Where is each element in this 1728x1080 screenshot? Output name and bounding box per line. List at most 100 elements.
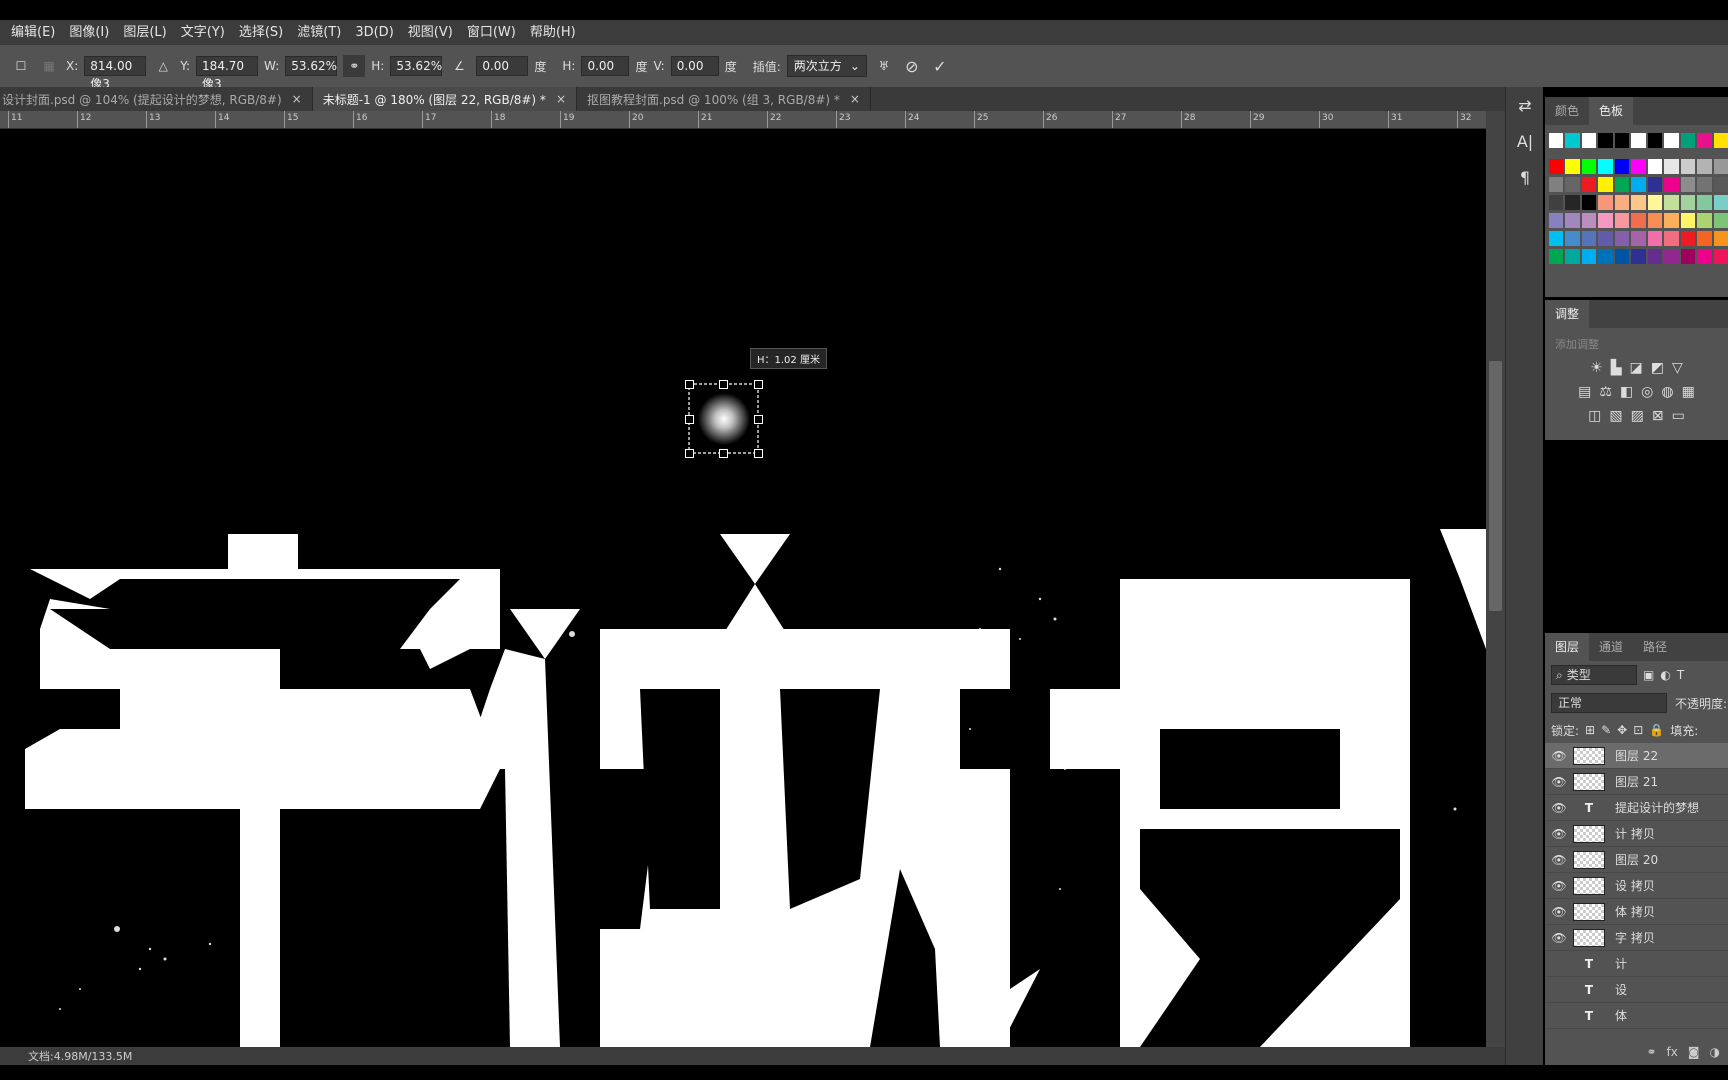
hue-saturation-icon[interactable]: ▤ (1578, 384, 1591, 400)
height-input[interactable]: 53.62% (390, 56, 443, 76)
angle-input[interactable]: 0.00 (476, 56, 529, 76)
reference-point-icon[interactable]: ▦ (38, 55, 60, 77)
levels-icon[interactable]: ▙ (1611, 360, 1622, 376)
swatch[interactable] (1664, 133, 1679, 148)
tab-channels[interactable]: 通道 (1589, 633, 1633, 661)
layer-row[interactable]: T体 (1545, 1003, 1728, 1029)
transform-handle-bl[interactable] (685, 449, 694, 458)
vibrance-icon[interactable]: ▽ (1672, 360, 1683, 376)
tab-paths[interactable]: 路径 (1633, 633, 1677, 661)
close-icon[interactable]: × (850, 92, 860, 106)
link-layers-icon[interactable]: ⚭ (1646, 1045, 1656, 1065)
layer-row[interactable]: T设 (1545, 977, 1728, 1003)
swatch[interactable] (1614, 213, 1630, 228)
swatch[interactable] (1647, 133, 1663, 148)
skew-h-input[interactable]: 0.00 (581, 56, 630, 76)
transform-selection[interactable] (688, 383, 759, 454)
swatch[interactable] (1549, 177, 1564, 192)
swatch[interactable] (1565, 231, 1580, 246)
reference-point-checkbox-icon[interactable]: ☐ (10, 55, 32, 77)
warp-icon[interactable]: ♅ (873, 55, 895, 77)
layer-row[interactable]: 👁 T 提起设计的梦想 (1545, 795, 1728, 821)
threshold-icon[interactable]: ▨ (1631, 408, 1644, 424)
layer-row[interactable]: T计 (1545, 951, 1728, 977)
eye-icon[interactable]: 👁 (1545, 827, 1573, 841)
transform-handle-ml[interactable] (685, 415, 694, 424)
lock-pixels-icon[interactable]: ✎ (1601, 723, 1611, 737)
adjustments-title[interactable]: 调整 (1545, 300, 1590, 328)
layer-row[interactable]: 👁 设 拷贝 (1545, 873, 1728, 899)
swatch[interactable] (1680, 133, 1696, 148)
swatch[interactable] (1598, 249, 1613, 264)
layer-row[interactable]: 👁 图层 21 (1545, 769, 1728, 795)
layer-row[interactable]: 👁 图层 22 (1545, 743, 1728, 769)
swatch[interactable] (1614, 133, 1630, 148)
swatch[interactable] (1647, 231, 1663, 246)
layer-kind-select[interactable]: ⌕ 类型 (1551, 665, 1637, 685)
tab-swatches[interactable]: 色板 (1589, 97, 1634, 125)
swatch[interactable] (1713, 231, 1728, 246)
transform-handle-bm[interactable] (719, 449, 728, 458)
swatch[interactable] (1614, 231, 1630, 246)
tab-untitled[interactable]: 未标题-1 @ 180% (图层 22, RGB/8#) * × (312, 87, 577, 111)
color-lookup-icon[interactable]: ▦ (1682, 384, 1695, 400)
swatch[interactable] (1713, 177, 1728, 192)
swatch[interactable] (1549, 231, 1564, 246)
swatch[interactable] (1713, 159, 1728, 174)
swatch[interactable] (1664, 159, 1679, 174)
swatch[interactable] (1647, 195, 1663, 210)
swatch[interactable] (1680, 159, 1696, 174)
swatch[interactable] (1631, 177, 1646, 192)
swatch[interactable] (1680, 231, 1696, 246)
swatch[interactable] (1565, 177, 1580, 192)
swatch[interactable] (1565, 213, 1580, 228)
swatch[interactable] (1549, 133, 1564, 148)
lock-artboard-icon[interactable]: ⊡ (1633, 723, 1643, 737)
tab-cutout-cover[interactable]: 抠图教程封面.psd @ 100% (组 3, RGB/8#) * × (577, 87, 871, 111)
menu-type[interactable]: 文字(Y) (174, 20, 232, 45)
layer-row[interactable]: 👁 字 拷贝 (1545, 925, 1728, 951)
filter-adjustment-icon[interactable]: ◐ (1660, 668, 1670, 682)
filter-pixel-icon[interactable]: ▣ (1643, 668, 1654, 682)
swatch[interactable] (1713, 195, 1728, 210)
scroll-thumb[interactable] (1489, 361, 1502, 611)
color-balance-icon[interactable]: ⚖ (1599, 384, 1612, 400)
close-icon[interactable]: × (292, 92, 302, 106)
curves-icon[interactable]: ◪ (1630, 360, 1643, 376)
relative-position-icon[interactable]: △ (152, 55, 174, 77)
commit-transform-icon[interactable]: ✓ (929, 55, 951, 77)
swatch[interactable] (1631, 159, 1646, 174)
exposure-icon[interactable]: ◩ (1651, 360, 1664, 376)
interpolation-select[interactable]: 两次立方 ⌄ (786, 55, 867, 77)
new-adjustment-icon[interactable]: ◑ (1710, 1045, 1720, 1065)
swatch[interactable] (1631, 231, 1646, 246)
blend-mode-select[interactable]: 正常 (1551, 693, 1667, 713)
swatch[interactable] (1598, 213, 1613, 228)
swatch[interactable] (1680, 249, 1696, 264)
menu-edit[interactable]: 编辑(E) (4, 20, 62, 45)
swatch[interactable] (1631, 213, 1646, 228)
swatch[interactable] (1680, 195, 1696, 210)
tab-color[interactable]: 颜色 (1545, 97, 1589, 125)
swatch[interactable] (1664, 231, 1679, 246)
swatch[interactable] (1680, 177, 1696, 192)
cancel-transform-icon[interactable]: ⊘ (901, 55, 923, 77)
swatch[interactable] (1614, 177, 1630, 192)
menu-layer[interactable]: 图层(L) (116, 20, 173, 45)
swatch[interactable] (1697, 249, 1712, 264)
layer-row[interactable]: 👁 图层 20 (1545, 847, 1728, 873)
swatch[interactable] (1581, 195, 1597, 210)
brightness-icon[interactable]: ☀ (1590, 360, 1603, 376)
swatch[interactable] (1598, 195, 1613, 210)
menu-filter[interactable]: 滤镜(T) (290, 20, 348, 45)
skew-v-input[interactable]: 0.00 (670, 56, 719, 76)
eye-icon[interactable]: 👁 (1545, 775, 1573, 789)
eye-icon[interactable]: 👁 (1545, 749, 1573, 763)
swatch[interactable] (1664, 249, 1679, 264)
swatch[interactable] (1697, 177, 1712, 192)
menu-select[interactable]: 选择(S) (232, 20, 290, 45)
swatch[interactable] (1697, 231, 1712, 246)
swatch[interactable] (1647, 249, 1663, 264)
swatch[interactable] (1565, 249, 1580, 264)
eye-icon[interactable]: 👁 (1545, 801, 1573, 815)
